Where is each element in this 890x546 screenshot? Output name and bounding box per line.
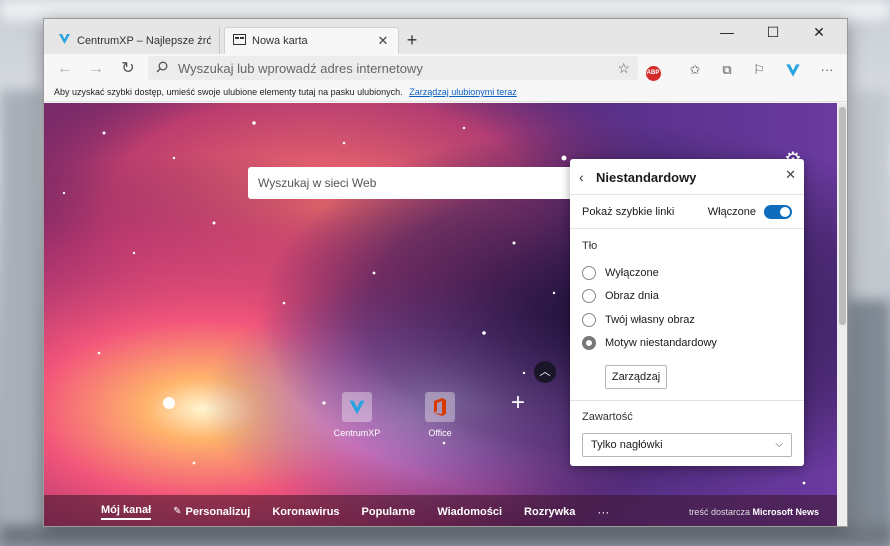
collections-icon[interactable]: ⧉ — [716, 59, 738, 81]
close-tab-icon[interactable]: ✕ — [376, 33, 390, 49]
centrumxp-extension-icon[interactable] — [782, 59, 804, 81]
add-favorite-star-icon[interactable]: ☆ — [617, 60, 630, 77]
forward-icon[interactable]: → — [84, 58, 108, 82]
tab-title: Nowa karta — [252, 35, 308, 47]
content-section-label: Zawartość — [582, 411, 633, 423]
pencil-icon: ✎ — [173, 506, 182, 517]
news-tab-news[interactable]: Wiadomości — [437, 506, 502, 518]
collapse-chevron-up-icon[interactable]: ︿ — [534, 361, 556, 383]
close-window-icon[interactable]: ✕ — [796, 19, 842, 47]
maximize-icon[interactable]: ☐ — [750, 19, 796, 47]
news-tab-entertainment[interactable]: Rozrywka — [524, 506, 575, 518]
address-input[interactable]: Wyszukaj lub wprowadź adres internetowy — [178, 61, 617, 76]
favorites-bar: Aby uzyskać szybki dostęp, umieść swoje … — [44, 85, 847, 102]
content-select-value: Tylko nagłówki — [591, 439, 663, 451]
chevron-down-icon: ⌵ — [775, 439, 783, 450]
minimize-icon[interactable]: — — [704, 19, 750, 47]
background-section-label: Tło — [582, 240, 598, 252]
more-options-icon[interactable]: ··· — [816, 59, 838, 81]
address-bar[interactable]: Wyszukaj lub wprowadź adres internetowy … — [148, 56, 638, 80]
news-provider: treść dostarcza Microsoft News — [688, 506, 819, 517]
content-select[interactable]: Tylko nagłówki ⌵ — [582, 433, 792, 457]
tab-title: CentrumXP – Najlepsze źródło o — [77, 34, 211, 47]
add-quick-link-plus-icon[interactable]: + — [506, 391, 530, 415]
news-tab-personalize[interactable]: Personalizuj — [186, 506, 251, 518]
radio-button[interactable] — [582, 313, 596, 327]
customize-panel: ‹ Niestandardowy ✕ Pokaż szybkie linki W… — [570, 159, 804, 466]
close-icon[interactable]: ✕ — [785, 167, 796, 183]
tab-new-tab[interactable]: Nowa karta ✕ — [224, 27, 399, 54]
scrollbar[interactable] — [837, 103, 847, 526]
refresh-icon[interactable]: ↻ — [116, 58, 140, 82]
centrumxp-favicon-icon — [58, 33, 71, 48]
background-option-custom-theme[interactable]: Motyw niestandardowy — [582, 336, 717, 350]
quick-link-label: CentrumXP — [333, 428, 381, 438]
manage-button[interactable]: Zarządzaj — [605, 365, 667, 389]
new-tab-page: Wyszukaj w sieci Web ⚙ ︿ CentrumXP Offic… — [44, 103, 837, 526]
divider — [570, 400, 804, 401]
feedback-icon[interactable]: ⚐ — [748, 59, 770, 81]
more-news-tabs-icon[interactable]: ··· — [597, 505, 609, 519]
background-option-off[interactable]: Wyłączone — [582, 266, 659, 280]
centrumxp-logo-icon — [342, 392, 372, 422]
provider-name: Microsoft News — [752, 506, 819, 517]
manage-favorites-link[interactable]: Zarządzaj ulubionymi teraz — [409, 87, 517, 97]
quick-link-centrumxp[interactable]: CentrumXP — [327, 392, 387, 438]
new-tab-favicon-icon — [233, 34, 246, 48]
radio-button[interactable] — [582, 289, 596, 303]
panel-header: ‹ Niestandardowy ✕ — [570, 159, 804, 195]
quick-links-row: Pokaż szybkie linki Włączone — [570, 195, 804, 229]
tab-strip: CentrumXP – Najlepsze źródło o Nowa kart… — [44, 19, 847, 54]
radio-button[interactable] — [582, 266, 596, 280]
scrollbar-thumb[interactable] — [839, 107, 846, 325]
browser-window: CentrumXP – Najlepsze źródło o Nowa kart… — [43, 18, 848, 527]
quick-link-label: Office — [428, 428, 452, 438]
quick-links-label: Pokaż szybkie linki — [582, 205, 675, 218]
background-option-own-image[interactable]: Twój własny obraz — [582, 313, 695, 327]
web-search-input[interactable]: Wyszukaj w sieci Web — [248, 167, 578, 199]
news-tab-my-feed[interactable]: Mój kanał — [101, 504, 152, 520]
back-icon[interactable]: ← — [53, 58, 77, 82]
toggle-knob — [780, 206, 790, 217]
search-icon — [156, 61, 168, 76]
background-option-image-of-day[interactable]: Obraz dnia — [582, 289, 659, 303]
news-tab-popular[interactable]: Popularne — [362, 506, 416, 518]
office-logo-icon — [425, 392, 455, 422]
toggle-state-label: Włączone — [707, 205, 756, 218]
new-tab-plus-icon[interactable]: + — [401, 30, 423, 52]
quick-link-office[interactable]: Office — [410, 392, 470, 438]
news-tab-coronavirus[interactable]: Koronawirus — [272, 506, 339, 518]
radio-button-selected[interactable] — [582, 336, 596, 350]
favorites-bar-message: Aby uzyskać szybki dostęp, umieść swoje … — [54, 87, 403, 97]
toolbar: ← → ↻ Wyszukaj lub wprowadź adres intern… — [44, 54, 847, 85]
favorites-icon[interactable]: ✩ — [684, 59, 706, 81]
adblock-plus-icon[interactable]: ABP — [642, 59, 664, 81]
tab-centrumxp[interactable]: CentrumXP – Najlepsze źródło o — [50, 27, 220, 54]
chevron-left-icon[interactable]: ‹ — [579, 169, 584, 185]
panel-title: Niestandardowy — [596, 170, 697, 185]
news-navigation: Mój kanał ✎ Personalizuj Koronawirus Pop… — [44, 495, 837, 526]
quick-links-toggle[interactable] — [764, 204, 792, 219]
